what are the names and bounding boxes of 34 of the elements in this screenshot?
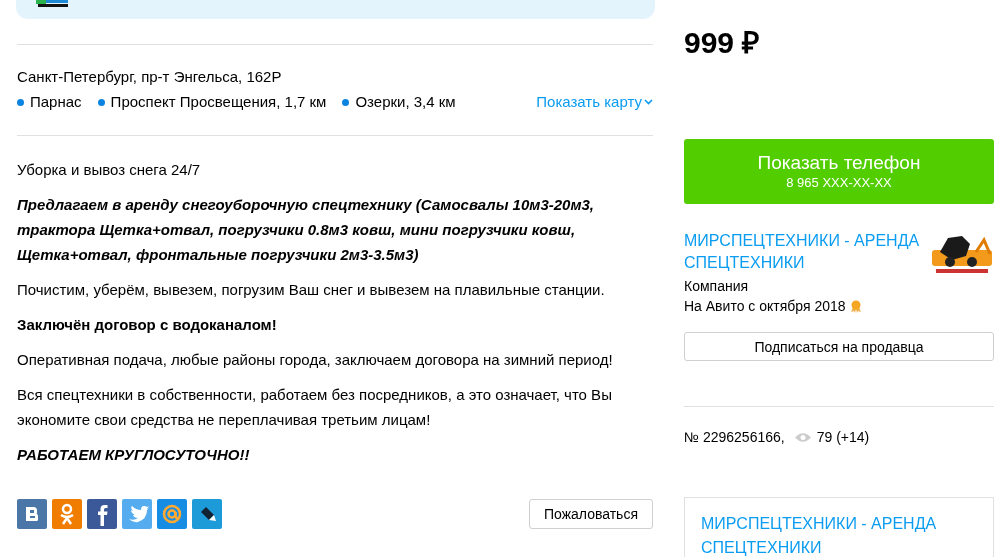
description-paragraph: Оперативная подача, любые районы города, заключаем договора на зимний период! bbox=[17, 350, 614, 370]
seller-name-link[interactable]: МИРСПЕЦТЕХНИКИ - АРЕНДА СПЕЦТЕХНИКИ bbox=[684, 230, 932, 274]
seller-name-link[interactable]: МИРСПЕЦТЕХНИКИ - АРЕНДА СПЕЦТЕХНИКИ bbox=[701, 512, 977, 557]
view-count: 79 (+14) bbox=[816, 428, 870, 446]
seller-logo[interactable] bbox=[932, 234, 994, 276]
medal-icon bbox=[849, 299, 862, 313]
description-paragraph: Предлагаем в аренду снегоуборочную спецтехнику (Самосвалы 10м3-20м3, трактора Щетка+отвал, погрузчики 0.8м3 ковш, мини погрузчики ковш, Щетка+отвал, фронтальные погрузчики 2м3-3.5м3) bbox=[17, 195, 596, 265]
subscribe-button[interactable]: Подписаться на продавца bbox=[684, 332, 994, 361]
metro-dot bbox=[97, 98, 105, 106]
metro-station: Озерки, 3,4 км bbox=[355, 93, 456, 111]
ad-number: № 2296256166, bbox=[684, 428, 785, 446]
eye-icon bbox=[793, 431, 812, 443]
address: Санкт-Петербург, пр-т Энгельса, 162Р bbox=[17, 68, 283, 86]
member-since: На Авито с октября 2018 bbox=[684, 297, 846, 316]
share-ok-icon[interactable] bbox=[52, 499, 82, 529]
description-paragraph: Почистим, уберём, вывезем, погрузим Ваш снег и вывезем на плавильные станции. bbox=[17, 280, 606, 300]
complain-button[interactable]: Пожаловаться bbox=[529, 499, 653, 529]
seller-type: Компания bbox=[684, 277, 750, 296]
price: 999 ₽ bbox=[684, 26, 761, 60]
share-fb-icon[interactable] bbox=[87, 499, 117, 529]
share-vk-icon[interactable] bbox=[17, 499, 47, 529]
description-paragraph: Уборка и вывоз снега 24/7 bbox=[17, 160, 202, 180]
description-paragraph: Заключён договор с водоканалом! bbox=[17, 315, 278, 335]
share-lj-icon[interactable] bbox=[192, 499, 222, 529]
metro-station: Проспект Просвещения, 1,7 км bbox=[110, 93, 327, 111]
share-tw-icon[interactable] bbox=[122, 499, 152, 529]
metro-dot bbox=[342, 98, 350, 106]
caret-icon bbox=[644, 99, 653, 105]
description-paragraph: РАБОТАЕМ КРУГЛОСУТОЧНО!! bbox=[17, 445, 251, 465]
show-map-link[interactable]: Показать карту bbox=[536, 93, 653, 111]
description-paragraph: Вся спецтехники в собственности, работаем без посредников, а это означает, что Вы экономите свои средства не переплачивая третьим лицам! bbox=[17, 385, 613, 430]
metro-dot bbox=[17, 98, 24, 106]
show-phone-button[interactable]: Показать телефон 8 965 XXX-XX-XX bbox=[684, 139, 994, 204]
metro-station: Парнас bbox=[30, 93, 82, 111]
